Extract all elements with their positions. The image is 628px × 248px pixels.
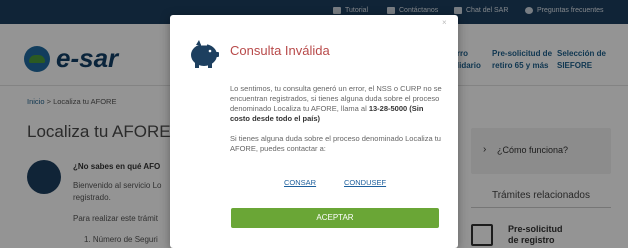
dialog-title: Consulta Inválida <box>230 43 330 58</box>
error-message: Lo sentimos, tu consulta generó un error… <box>230 84 444 124</box>
condusef-link[interactable]: CONDUSEF <box>344 178 386 187</box>
accept-button[interactable]: ACEPTAR <box>231 208 439 228</box>
close-icon[interactable]: × <box>442 18 447 27</box>
invalid-query-dialog: × Consulta Inválida Lo sentimos, tu cons… <box>170 15 458 248</box>
consar-link[interactable]: CONSAR <box>284 178 316 187</box>
contact-message: Si tienes alguna duda sobre el proceso d… <box>230 134 441 153</box>
piggy-bank-icon <box>191 40 219 68</box>
